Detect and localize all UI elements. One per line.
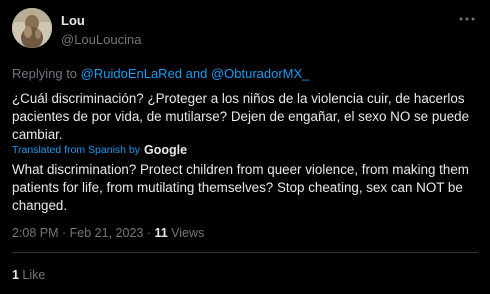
author-handle[interactable]: @LouLoucina [61,32,141,47]
avatar[interactable] [12,8,52,48]
tweet-meta: 2:08 PM · Feb 21, 2023 · 11 Views [12,226,204,240]
tweet: Lou @LouLoucina Replying to @RuidoEnLaRe… [0,0,490,294]
views-label: Views [167,226,205,240]
meta-separator-2: · [143,226,155,240]
translation-attribution: Translated from Spanish by Google [12,143,187,157]
translated-text: What discrimination? Protect children fr… [12,162,469,213]
translated-label: Translated from Spanish by [12,144,141,156]
tweet-time[interactable]: 2:08 PM [12,226,59,240]
likes-count: 1 [12,268,19,282]
tweet-text: ¿Cuál discriminación? ¿Proteger a los ni… [12,91,470,142]
reply-mention-1[interactable]: @RuidoEnLaRed [81,66,182,81]
replying-to: Replying to @RuidoEnLaRed and @Obturador… [12,66,309,81]
author-name[interactable]: Lou [61,13,85,28]
views-count: 11 [154,226,168,240]
likes-label: Like [18,268,46,282]
reply-mention-2[interactable]: @ObturadorMX_ [211,66,309,81]
reply-joiner: and [182,66,211,81]
likes-stat[interactable]: 1 Like [12,268,45,282]
translator-name: Google [144,143,188,157]
replying-prefix: Replying to [12,66,81,81]
more-horizontal-icon[interactable] [456,10,478,28]
tweet-date[interactable]: Feb 21, 2023 [70,226,144,240]
divider [12,252,478,253]
meta-separator: · [58,226,70,240]
